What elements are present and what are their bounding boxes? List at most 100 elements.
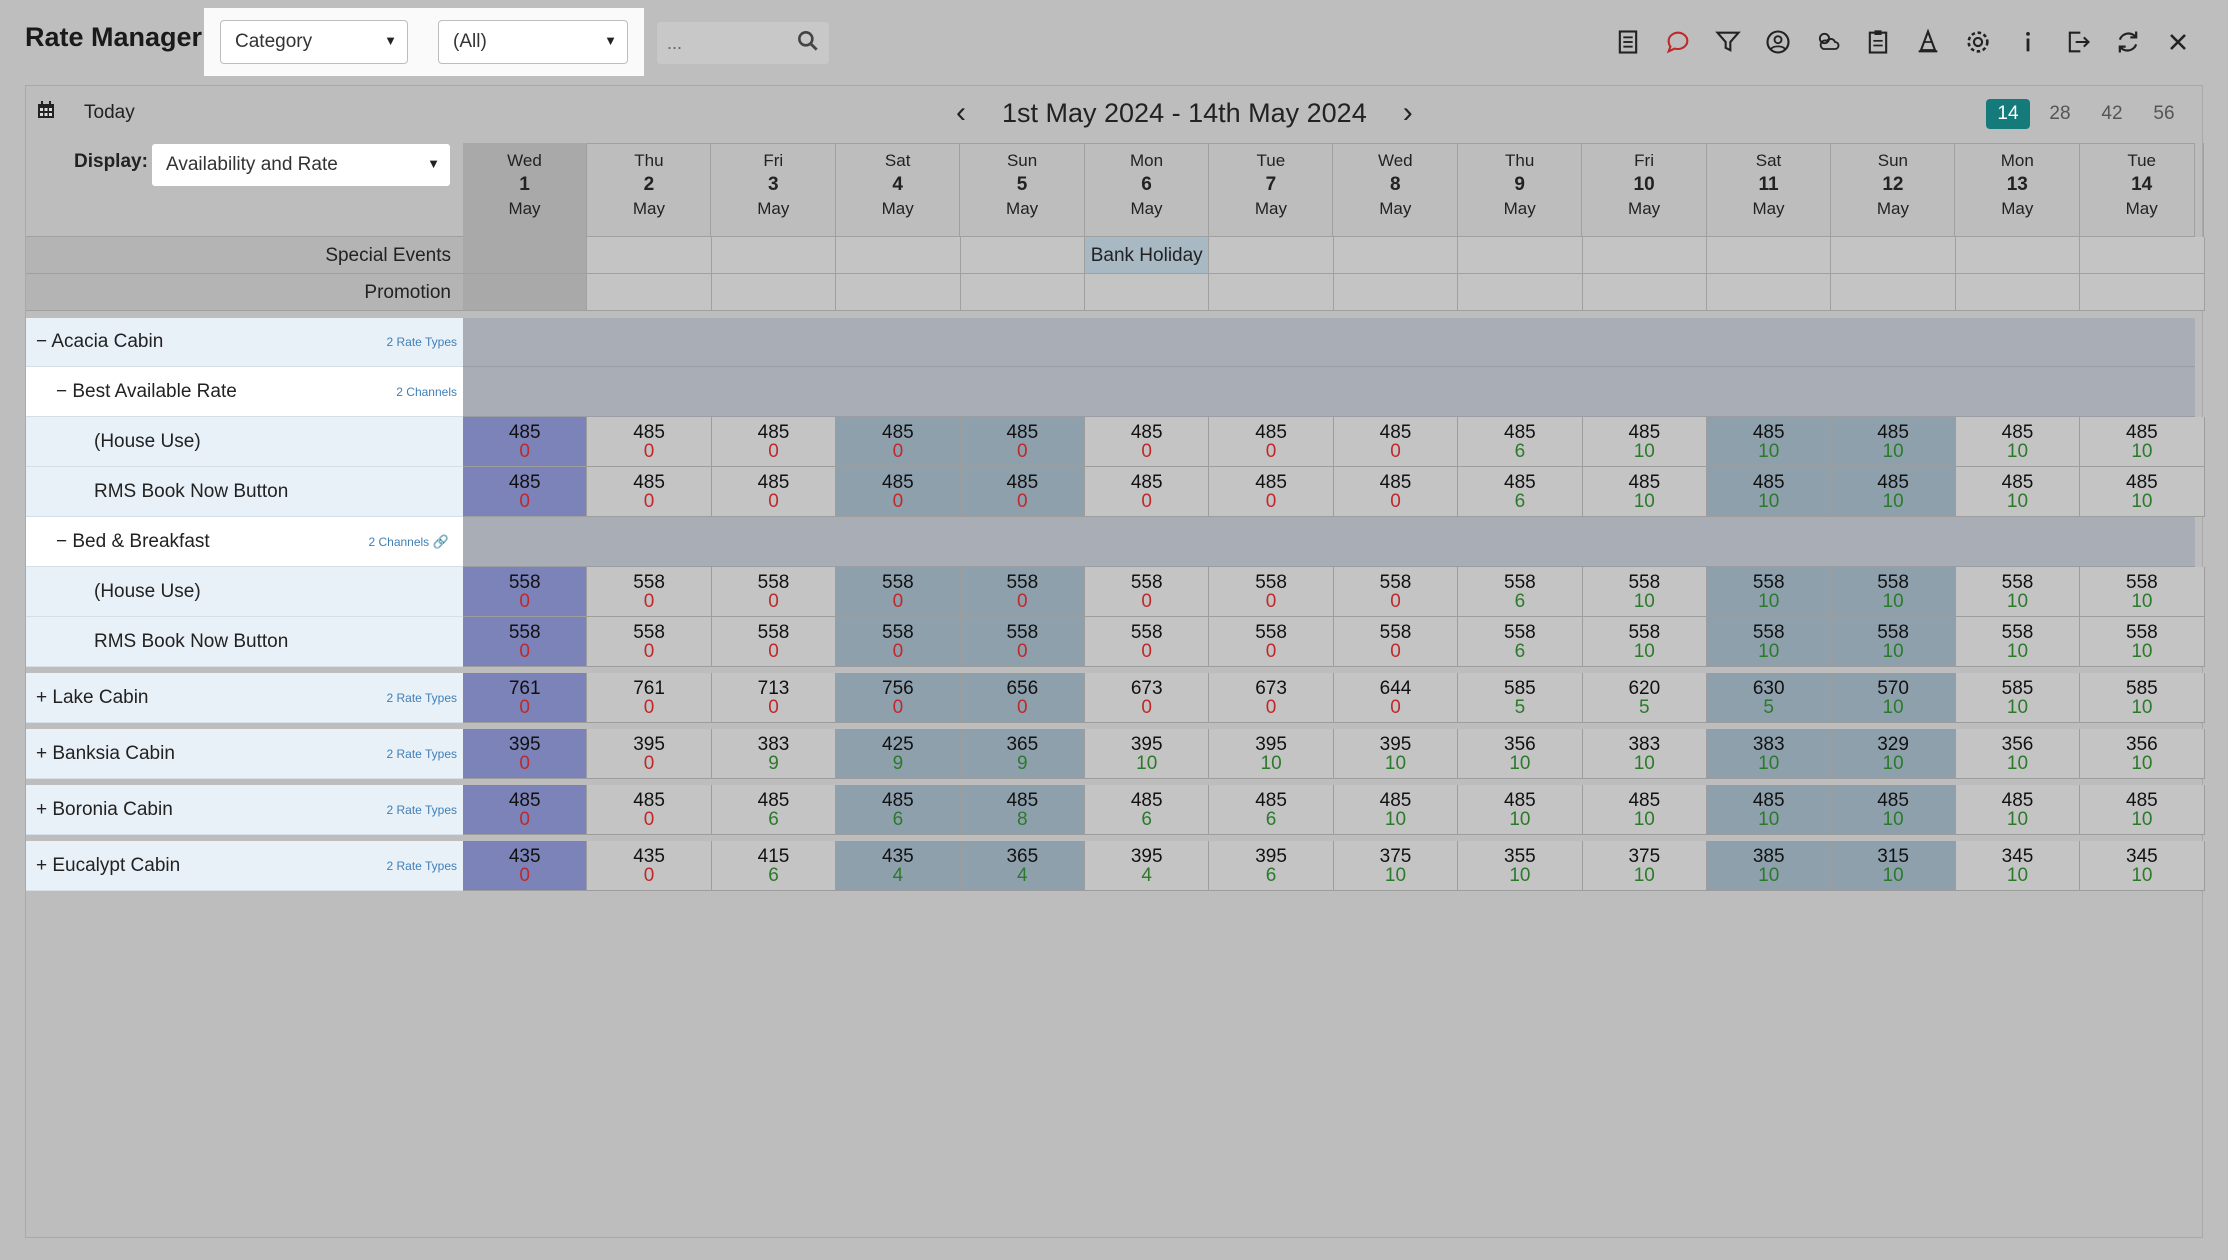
- day-header[interactable]: Thu 2 May: [587, 143, 712, 237]
- category-rate-cell[interactable]: 585 10: [1955, 673, 2081, 723]
- channel-rate-cell[interactable]: 485 10: [1582, 417, 1707, 467]
- special-events-cell[interactable]: [1831, 237, 1956, 274]
- special-events-cell[interactable]: [2080, 237, 2205, 274]
- channel-rate-cell[interactable]: 558 10: [1831, 617, 1956, 667]
- day-header[interactable]: Mon 13 May: [1956, 143, 2080, 237]
- channel-rate-cell[interactable]: 558 10: [1955, 567, 2081, 617]
- category-rate-cell[interactable]: 435 4: [836, 841, 961, 891]
- channel-rate-cell[interactable]: 485 10: [2080, 417, 2205, 467]
- channel-rate-cell[interactable]: 558 0: [1209, 617, 1334, 667]
- channel-rate-cell[interactable]: 558 0: [1209, 567, 1334, 617]
- category-rate-cell[interactable]: 365 9: [960, 729, 1085, 779]
- category-rate-cell[interactable]: 585 10: [2080, 673, 2205, 723]
- special-events-cell[interactable]: [1955, 237, 2081, 274]
- promotion-cell[interactable]: [960, 274, 1085, 311]
- day-header[interactable]: Tue 14 May: [2080, 143, 2205, 237]
- channel-rate-cell[interactable]: 485 0: [463, 467, 588, 517]
- channel-rate-cell[interactable]: 485 0: [1333, 417, 1459, 467]
- category-rate-cell[interactable]: 383 9: [711, 729, 837, 779]
- channel-rate-cell[interactable]: 558 10: [1582, 567, 1707, 617]
- channel-rate-cell[interactable]: 485 0: [1085, 417, 1210, 467]
- category-rate-cell[interactable]: 485 6: [711, 785, 837, 835]
- channel-rate-cell[interactable]: 485 10: [1955, 467, 2081, 517]
- period-56-button[interactable]: 56: [2142, 99, 2186, 129]
- channel-rate-cell[interactable]: 485 10: [1582, 467, 1707, 517]
- category-rate-cell[interactable]: 395 10: [1333, 729, 1459, 779]
- channel-rate-cell[interactable]: 485 0: [960, 417, 1085, 467]
- category-rate-cell[interactable]: 365 4: [960, 841, 1085, 891]
- channel-rate-cell[interactable]: 485 10: [1831, 417, 1956, 467]
- channel-rate-cell[interactable]: 485 0: [1209, 467, 1334, 517]
- channel-rate-cell[interactable]: 485 10: [1955, 417, 2081, 467]
- promotion-cell[interactable]: [463, 274, 588, 311]
- category-rate-cell[interactable]: 761 0: [587, 673, 712, 723]
- channel-rate-cell[interactable]: 485 0: [960, 467, 1085, 517]
- category-row[interactable]: + Lake Cabin 2 Rate Types: [26, 673, 463, 723]
- channel-rate-cell[interactable]: 558 0: [836, 617, 961, 667]
- channel-rate-cell[interactable]: 558 10: [1707, 617, 1832, 667]
- rate-type-row-count[interactable]: 2 Channels 🔗: [368, 534, 449, 550]
- promotion-cell[interactable]: [2080, 274, 2205, 311]
- channel-rate-cell[interactable]: 485 10: [1831, 467, 1956, 517]
- category-rate-cell[interactable]: 485 10: [1955, 785, 2081, 835]
- special-events-cell[interactable]: [1582, 237, 1707, 274]
- special-events-cell[interactable]: [1458, 237, 1583, 274]
- category-rate-cell[interactable]: 756 0: [836, 673, 961, 723]
- channel-rate-cell[interactable]: 558 0: [463, 617, 588, 667]
- cone-icon[interactable]: [1903, 24, 1953, 60]
- channel-rate-cell[interactable]: 558 0: [836, 567, 961, 617]
- category-rate-cell[interactable]: 585 5: [1458, 673, 1583, 723]
- day-header[interactable]: Mon 6 May: [1085, 143, 1209, 237]
- channel-rate-cell[interactable]: 485 0: [1209, 417, 1334, 467]
- category-rate-cell[interactable]: 620 5: [1582, 673, 1707, 723]
- info-icon[interactable]: [2003, 24, 2053, 60]
- channel-rate-cell[interactable]: 558 10: [1582, 617, 1707, 667]
- category-rate-cell[interactable]: 395 10: [1209, 729, 1334, 779]
- category-rate-cell[interactable]: 485 10: [1458, 785, 1583, 835]
- category-row-count[interactable]: 2 Rate Types: [387, 803, 458, 817]
- channel-rate-cell[interactable]: 485 0: [463, 417, 588, 467]
- clipboard-icon[interactable]: [1853, 24, 1903, 60]
- channel-row[interactable]: RMS Book Now Button: [26, 467, 463, 517]
- category-rate-cell[interactable]: 425 9: [836, 729, 961, 779]
- day-header[interactable]: Fri 3 May: [712, 143, 836, 237]
- category-rate-cell[interactable]: 570 10: [1831, 673, 1956, 723]
- calendar-icon[interactable]: [36, 100, 56, 126]
- chat-icon[interactable]: [1653, 24, 1703, 60]
- category-rate-cell[interactable]: 630 5: [1707, 673, 1832, 723]
- channel-rate-cell[interactable]: 485 0: [587, 467, 712, 517]
- category-rate-cell[interactable]: 395 0: [587, 729, 712, 779]
- category-rate-cell[interactable]: 395 4: [1085, 841, 1210, 891]
- day-header[interactable]: Fri 10 May: [1583, 143, 1707, 237]
- special-events-cell[interactable]: [711, 237, 837, 274]
- promotion-cell[interactable]: [1209, 274, 1334, 311]
- day-header[interactable]: Sat 11 May: [1707, 143, 1831, 237]
- chevron-left-icon[interactable]: ‹: [956, 96, 966, 130]
- gear-icon[interactable]: [1953, 24, 2003, 60]
- filter-icon[interactable]: [1703, 24, 1753, 60]
- category-rate-cell[interactable]: 375 10: [1582, 841, 1707, 891]
- channel-rate-cell[interactable]: 558 10: [1831, 567, 1956, 617]
- channel-rate-cell[interactable]: 558 0: [463, 567, 588, 617]
- special-events-cell[interactable]: [836, 237, 961, 274]
- category-rate-cell[interactable]: 395 0: [463, 729, 588, 779]
- promotion-cell[interactable]: [1955, 274, 2081, 311]
- category-rate-cell[interactable]: 315 10: [1831, 841, 1956, 891]
- special-events-cell[interactable]: [587, 237, 712, 274]
- channel-rate-cell[interactable]: 558 0: [711, 567, 837, 617]
- category-rate-cell[interactable]: 673 0: [1085, 673, 1210, 723]
- category-rate-cell[interactable]: 375 10: [1333, 841, 1459, 891]
- category-rate-cell[interactable]: 713 0: [711, 673, 837, 723]
- channel-rate-cell[interactable]: 558 10: [1955, 617, 2081, 667]
- channel-rate-cell[interactable]: 485 0: [711, 467, 837, 517]
- category-rate-cell[interactable]: 485 10: [1333, 785, 1459, 835]
- channel-rate-cell[interactable]: 558 0: [587, 567, 712, 617]
- category-rate-cell[interactable]: 329 10: [1831, 729, 1956, 779]
- channel-rate-cell[interactable]: 485 0: [1085, 467, 1210, 517]
- channel-rate-cell[interactable]: 558 10: [2080, 567, 2205, 617]
- period-42-button[interactable]: 42: [2090, 99, 2134, 129]
- channel-rate-cell[interactable]: 485 10: [2080, 467, 2205, 517]
- user-money-icon[interactable]: [1753, 24, 1803, 60]
- category-rate-cell[interactable]: 673 0: [1209, 673, 1334, 723]
- category-rate-cell[interactable]: 485 0: [587, 785, 712, 835]
